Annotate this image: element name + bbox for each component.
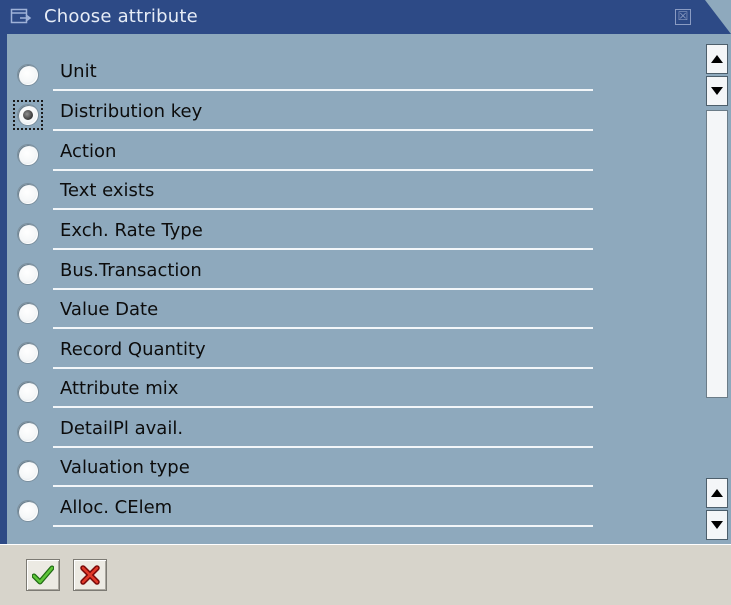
option-valuation-type[interactable]: Valuation type [7,453,607,489]
vertical-scrollbar[interactable] [704,34,731,544]
radio-button[interactable] [17,144,39,166]
red-x-icon [80,565,100,585]
dialog-left-border [0,34,7,544]
dialog-titlebar: Choose attribute ☒ [0,0,731,34]
scroll-thumb[interactable] [706,110,728,398]
window-menu-icon[interactable] [10,8,32,26]
radio-button[interactable] [17,421,39,443]
option-label: Value Date [60,299,159,320]
option-label: Record Quantity [60,339,206,360]
arrow-up-icon [711,489,723,497]
arrow-up-icon [711,55,723,63]
option-label: Unit [60,61,97,82]
option-underline [53,406,593,408]
scroll-up-button[interactable] [706,44,728,74]
option-distribution-key[interactable]: Distribution key [7,97,607,133]
dialog-footer [0,544,731,605]
option-underline [53,89,593,91]
option-label: Action [60,141,117,162]
option-label: Text exists [60,180,155,201]
radio-button[interactable] [17,381,39,403]
radio-button[interactable] [17,500,39,522]
option-underline [53,367,593,369]
dialog-title: Choose attribute [44,6,198,27]
option-unit[interactable]: Unit [7,57,607,93]
option-label: Alloc. CElem [60,497,173,518]
option-underline [53,208,593,210]
option-value-date[interactable]: Value Date [7,295,607,331]
option-underline [53,169,593,171]
option-label: DetailPl avail. [60,418,184,439]
option-underline [53,446,593,448]
green-checkmark-icon [32,565,54,585]
option-alloc-celem[interactable]: Alloc. CElem [7,493,607,529]
option-underline [53,248,593,250]
radio-button[interactable] [17,302,39,324]
radio-button[interactable] [17,263,39,285]
option-underline [53,485,593,487]
scroll-page-down-button[interactable] [706,510,728,540]
confirm-button[interactable] [26,559,60,591]
close-icon[interactable]: ☒ [675,9,691,25]
option-attribute-mix[interactable]: Attribute mix [7,374,607,410]
option-label: Exch. Rate Type [60,220,203,241]
radio-button[interactable] [17,223,39,245]
option-action[interactable]: Action [7,137,607,173]
scroll-page-up-button[interactable] [706,478,728,508]
arrow-down-icon [711,87,723,95]
scroll-down-button[interactable] [706,76,728,106]
option-detailpl-avail[interactable]: DetailPl avail. [7,414,607,450]
cancel-button[interactable] [73,559,107,591]
option-label: Bus.Transaction [60,260,202,281]
radio-button-selected[interactable] [17,104,39,126]
option-text-exists[interactable]: Text exists [7,176,607,212]
option-underline [53,288,593,290]
radio-button[interactable] [17,342,39,364]
attribute-list: Unit Distribution key Action Text exists… [7,34,704,544]
radio-button[interactable] [17,460,39,482]
titlebar-corner [705,0,731,34]
radio-dot [23,110,33,120]
arrow-down-icon [711,521,723,529]
option-exch-rate-type[interactable]: Exch. Rate Type [7,216,607,252]
option-underline [53,327,593,329]
option-label: Distribution key [60,101,203,122]
radio-button[interactable] [17,183,39,205]
radio-button[interactable] [17,64,39,86]
option-label: Valuation type [60,457,190,478]
option-bus-transaction[interactable]: Bus.Transaction [7,256,607,292]
option-underline [53,525,593,527]
option-label: Attribute mix [60,378,179,399]
option-underline [53,129,593,131]
option-record-quantity[interactable]: Record Quantity [7,335,607,371]
